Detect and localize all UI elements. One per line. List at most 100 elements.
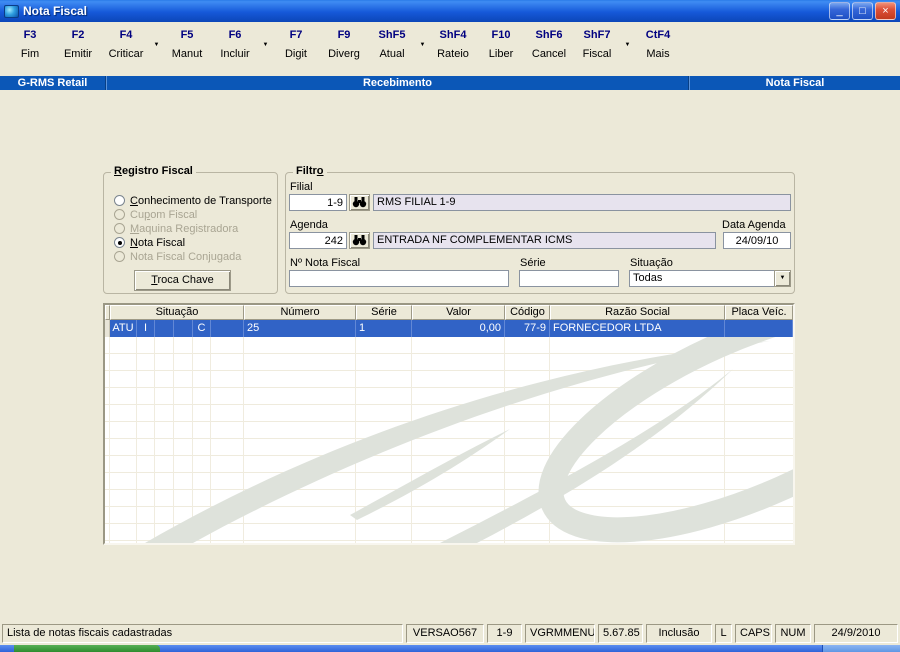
dropdown-arrow-icon[interactable]: ▼ (259, 40, 272, 50)
grid-header-numero: Número (244, 305, 356, 320)
filial-code-input[interactable] (289, 194, 347, 211)
banner-app-name: G-RMS Retail (17, 77, 88, 89)
agenda-code-input[interactable] (289, 232, 347, 249)
app-window: Nota Fiscal _ □ × F3 Fim F2 Emitir F4 Cr… (0, 0, 900, 652)
radio-icon (114, 195, 125, 206)
agenda-name-field: ENTRADA NF COMPLEMENTAR ICMS (373, 232, 716, 249)
cell-situacao-4 (174, 320, 193, 337)
agenda-search-button[interactable] (349, 232, 370, 249)
cell-situacao-5: C (193, 320, 211, 337)
situacao-label: Situação (630, 257, 673, 269)
grid-header-situacao: Situação (110, 305, 244, 320)
toolbar-button-digit[interactable]: F7 Digit (273, 28, 319, 61)
filial-search-button[interactable] (349, 194, 370, 211)
grid-header-row: Situação Número Série Valor Código Razão… (105, 305, 793, 320)
toolbar-button-cancel[interactable]: ShF6 Cancel (526, 28, 572, 61)
status-program: VGRMMENU (525, 623, 595, 643)
data-agenda-input[interactable] (723, 232, 791, 249)
cell-serie: 1 (356, 320, 412, 337)
toolbar-button-manut[interactable]: F5 Manut (164, 28, 210, 61)
banner-module-name: Recebimento (362, 77, 433, 89)
radio-cupom-fiscal: Cupom Fiscal (114, 208, 197, 221)
cell-situacao-1: ATU (110, 320, 137, 337)
binoculars-icon (352, 235, 367, 246)
cell-razao-social: FORNECEDOR LTDA (550, 320, 725, 337)
titlebar: Nota Fiscal _ □ × (0, 0, 900, 22)
binoculars-icon (352, 197, 367, 208)
nota-fiscal-label: Nº Nota Fiscal (290, 257, 361, 269)
start-button[interactable] (14, 645, 160, 652)
cell-numero: 25 (244, 320, 356, 337)
toolbar-button-rateio[interactable]: ShF4 Rateio (430, 28, 476, 61)
status-caps: CAPS (735, 623, 772, 643)
banner-screen-name: Nota Fiscal (765, 77, 825, 89)
radio-icon (114, 237, 125, 248)
status-date: 24/9/2010 (814, 623, 898, 643)
toolbar-button-emitir[interactable]: F2 Emitir (55, 28, 101, 61)
status-l-flag: L (715, 623, 732, 643)
breadcrumb-banner: G-RMS Retail Recebimento Nota Fiscal (0, 76, 900, 90)
filtro-group: Filtro Filial RMS FILIAL 1-9 Agenda Data… (285, 165, 795, 294)
agenda-label: Agenda (290, 219, 328, 231)
grid-header-serie: Série (356, 305, 412, 320)
status-mode: Inclusão (646, 623, 712, 643)
grid-header-placa: Placa Veíc. (725, 305, 793, 320)
cell-situacao-6 (211, 320, 244, 337)
cell-codigo: 77-9 (505, 320, 550, 337)
registro-fiscal-group: Registro Fiscal Conhecimento de Transpor… (103, 165, 278, 294)
toolbar: F3 Fim F2 Emitir F4 Criticar ▼ F5 Manut … (0, 22, 900, 76)
toolbar-button-incluir[interactable]: F6 Incluir (212, 28, 258, 61)
toolbar-button-diverg[interactable]: F9 Diverg (321, 28, 367, 61)
status-message: Lista de notas fiscais cadastradas (2, 623, 403, 643)
grid-body (105, 337, 793, 543)
dropdown-arrow-icon[interactable]: ▼ (621, 40, 634, 50)
radio-maquina-registradora: Maquina Registradora (114, 222, 238, 235)
toolbar-button-criticar[interactable]: F4 Criticar (103, 28, 149, 61)
filial-label: Filial (290, 181, 313, 193)
serie-input[interactable] (519, 270, 619, 287)
situacao-selected-value: Todas (629, 270, 774, 287)
toolbar-button-liber[interactable]: F10 Liber (478, 28, 524, 61)
toolbar-button-atual[interactable]: ShF5 Atual (369, 28, 415, 61)
status-build: 5.67.85 (598, 623, 643, 643)
data-agenda-label: Data Agenda (722, 219, 786, 231)
radio-conhecimento-transporte[interactable]: Conhecimento de Transporte (114, 194, 272, 207)
notas-fiscais-grid: Situação Número Série Valor Código Razão… (103, 303, 795, 545)
system-tray (822, 645, 900, 652)
cell-situacao-2: I (137, 320, 155, 337)
app-icon (4, 4, 19, 18)
dropdown-arrow-icon[interactable]: ▼ (416, 40, 429, 50)
filial-name-field: RMS FILIAL 1-9 (373, 194, 791, 211)
restore-button[interactable]: □ (852, 2, 873, 20)
close-button[interactable]: × (875, 2, 896, 20)
toolbar-button-fim[interactable]: F3 Fim (7, 28, 53, 61)
cell-placa (725, 320, 793, 337)
status-filial: 1-9 (487, 623, 522, 643)
situacao-dropdown[interactable]: Todas ▼ (629, 270, 791, 287)
window-title: Nota Fiscal (23, 4, 88, 18)
cell-situacao-3 (155, 320, 174, 337)
filtro-group-title: Filtro (293, 165, 327, 177)
radio-nota-fiscal-conjugada: Nota Fiscal Conjugada (114, 250, 241, 263)
grid-header-valor: Valor (412, 305, 505, 320)
toolbar-button-mais[interactable]: CtF4 Mais (635, 28, 681, 61)
windows-taskbar (0, 645, 900, 652)
grid-header-razao-social: Razão Social (550, 305, 725, 320)
radio-icon (114, 209, 125, 220)
minimize-button[interactable]: _ (829, 2, 850, 20)
status-num: NUM (775, 623, 811, 643)
status-version: VERSAO567 (406, 623, 484, 643)
statusbar: Lista de notas fiscais cadastradas VERSA… (0, 621, 900, 645)
toolbar-button-fiscal[interactable]: ShF7 Fiscal (574, 28, 620, 61)
nota-fiscal-input[interactable] (289, 270, 509, 287)
registro-fiscal-group-title: Registro Fiscal (111, 165, 196, 177)
grid-header-codigo: Código (505, 305, 550, 320)
cell-valor: 0,00 (412, 320, 505, 337)
radio-nota-fiscal[interactable]: Nota Fiscal (114, 236, 185, 249)
troca-chave-button[interactable]: Troca Chave (134, 270, 231, 291)
serie-label: Série (520, 257, 546, 269)
chevron-down-icon[interactable]: ▼ (774, 270, 791, 287)
radio-icon (114, 223, 125, 234)
dropdown-arrow-icon[interactable]: ▼ (150, 40, 163, 50)
grid-row-selected[interactable]: ATU I C 25 1 0,00 77-9 FORNECEDOR LTDA (105, 320, 793, 337)
